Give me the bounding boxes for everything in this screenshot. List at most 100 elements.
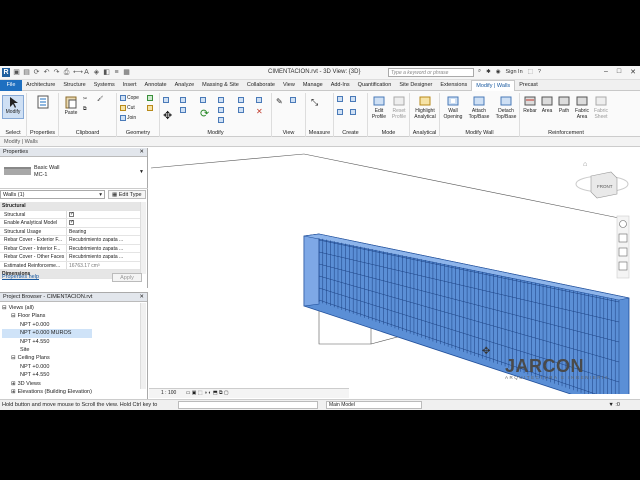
browser-scrollbar[interactable]: [140, 303, 146, 389]
steering-wheel-icon[interactable]: [619, 220, 627, 228]
offset-button[interactable]: [180, 97, 186, 103]
fabric-sheet-button[interactable]: Fabric Sheet: [592, 95, 610, 120]
paint-button[interactable]: [147, 105, 153, 111]
exchange-icon[interactable]: ⬚: [528, 69, 533, 75]
tab-massing-site[interactable]: Massing & Site: [198, 80, 243, 91]
section-icon[interactable]: ◧: [103, 69, 110, 76]
trim-button[interactable]: [218, 97, 224, 103]
override-button[interactable]: ✎: [276, 97, 283, 106]
workset-field[interactable]: [178, 401, 318, 409]
move-button[interactable]: ✥: [163, 109, 172, 122]
tab-add-ins[interactable]: Add-Ins: [327, 80, 354, 91]
split-button[interactable]: [218, 107, 224, 113]
property-checkbox[interactable]: [67, 219, 140, 227]
rotate-button[interactable]: ⟳: [200, 107, 209, 120]
property-value[interactable]: Recubrimiento zapata ...: [67, 236, 140, 244]
open-icon[interactable]: ▣: [13, 69, 20, 76]
scale-button[interactable]: [238, 97, 244, 103]
tab-insert[interactable]: Insert: [119, 80, 141, 91]
tree-item[interactable]: ⊟ Views (all): [2, 304, 92, 312]
split-face-button[interactable]: [147, 95, 153, 101]
join-button[interactable]: Join: [120, 115, 136, 121]
unpin-button[interactable]: [256, 97, 262, 103]
tab-analyze[interactable]: Analyze: [171, 80, 199, 91]
create-similar-button[interactable]: [350, 109, 356, 115]
tab-annotate[interactable]: Annotate: [141, 80, 171, 91]
detail-level-icon[interactable]: ▭ ▣ ⬚ ◑ ◐ ⬒ ⧉ ▢: [186, 390, 229, 396]
tab-view[interactable]: View: [279, 80, 299, 91]
wall-opening-button[interactable]: Wall Opening: [441, 95, 465, 120]
type-selector[interactable]: Basic Wall MC-1 ▼: [0, 157, 148, 189]
array-button[interactable]: [218, 117, 224, 123]
home-icon[interactable]: ⌂: [583, 161, 587, 168]
tree-item[interactable]: ⊞ 3D Views: [2, 380, 92, 388]
detach-top-base-button[interactable]: Detach Top/Base: [493, 95, 519, 120]
3d-view-icon[interactable]: ◈: [93, 69, 100, 76]
cut-to-clipboard-button[interactable]: ✂: [83, 96, 87, 102]
properties-help-link[interactable]: Properties help: [2, 274, 39, 280]
select-dropdown[interactable]: Select: [0, 130, 26, 136]
tab-quantification[interactable]: Quantification: [354, 80, 396, 91]
close-icon[interactable]: ✕: [139, 149, 144, 155]
tree-item[interactable]: ⊟ Floor Plans: [2, 312, 92, 320]
collapse-icon[interactable]: ⊟: [11, 313, 16, 319]
text-icon[interactable]: A: [83, 69, 90, 76]
tab-extensions[interactable]: Extensions: [436, 80, 471, 91]
property-value[interactable]: 16763.17 cm³: [67, 262, 140, 270]
checkbox[interactable]: [69, 211, 74, 218]
tab-manage[interactable]: Manage: [299, 80, 327, 91]
tab-collaborate[interactable]: Collaborate: [243, 80, 279, 91]
tab-site-designer[interactable]: Site Designer: [395, 80, 436, 91]
close-hidden-icon[interactable]: ▦: [123, 69, 130, 76]
active-model-select[interactable]: Main Model: [326, 401, 422, 409]
sign-in-link[interactable]: Sign In: [506, 69, 523, 75]
minimize-icon[interactable]: –: [604, 68, 608, 76]
undo-icon[interactable]: ↶: [43, 69, 50, 76]
create-group-button[interactable]: [337, 109, 343, 115]
print-icon[interactable]: ⎙: [63, 69, 70, 76]
tab-file[interactable]: File: [0, 80, 22, 91]
cut-button[interactable]: Cut: [120, 105, 135, 111]
collapse-icon[interactable]: ⊟: [2, 305, 7, 311]
tree-item[interactable]: NPT +0.000 MUROS: [2, 329, 92, 338]
subscription-icon[interactable]: ✱: [486, 69, 491, 75]
property-value[interactable]: Bearing: [67, 228, 140, 236]
align-button[interactable]: [163, 97, 169, 103]
save-icon[interactable]: ▤: [23, 69, 30, 76]
reset-profile-button[interactable]: Reset Profile: [389, 95, 409, 120]
mirror-button[interactable]: [180, 107, 186, 113]
tree-item[interactable]: NPT +0.000: [2, 321, 92, 329]
create-parts-button[interactable]: [350, 96, 356, 102]
area-button[interactable]: Area: [539, 95, 555, 114]
tree-item[interactable]: NPT +4.550: [2, 371, 92, 379]
modify-button[interactable]: Modify: [2, 95, 24, 119]
property-checkbox[interactable]: [67, 211, 140, 219]
tree-item[interactable]: ⊟ Ceiling Plans: [2, 354, 92, 362]
tree-item[interactable]: ⊞ Elevations (Building Elevation): [2, 388, 92, 396]
expand-icon[interactable]: ⊞: [11, 389, 16, 395]
search-input[interactable]: Type a keyword or phrase: [388, 68, 474, 77]
tab-architecture[interactable]: Architecture: [22, 80, 59, 91]
maximize-icon[interactable]: □: [617, 68, 621, 76]
property-value[interactable]: Recubrimiento zapata ...: [67, 253, 140, 261]
filter-icon[interactable]: ▼: [608, 402, 613, 408]
close-icon[interactable]: ✕: [139, 294, 144, 300]
help-icon[interactable]: ?: [538, 69, 541, 75]
search-icon[interactable]: ⌕: [478, 68, 481, 75]
property-value[interactable]: Recubrimiento zapata ...: [67, 245, 140, 253]
pin-button[interactable]: [238, 107, 244, 113]
attach-top-base-button[interactable]: Attach Top/Base: [466, 95, 492, 120]
user-icon[interactable]: ◉: [496, 69, 501, 75]
pan-icon[interactable]: [618, 247, 628, 257]
edit-type-button[interactable]: ▦ Edit Type: [108, 190, 146, 199]
instance-filter-select[interactable]: Walls (1) ▾: [0, 190, 105, 199]
close-icon[interactable]: ✕: [630, 68, 636, 76]
tree-item[interactable]: NPT +4.550: [2, 338, 92, 346]
measure-icon[interactable]: ⟷: [73, 69, 83, 76]
tab-systems[interactable]: Systems: [90, 80, 119, 91]
tab-precast[interactable]: Precast: [515, 80, 542, 91]
paste-button[interactable]: Paste: [62, 95, 80, 116]
orbit-icon[interactable]: [618, 261, 628, 271]
viewcube[interactable]: FRONT ⌂: [575, 161, 629, 199]
tree-item[interactable]: NPT +0.000: [2, 363, 92, 371]
